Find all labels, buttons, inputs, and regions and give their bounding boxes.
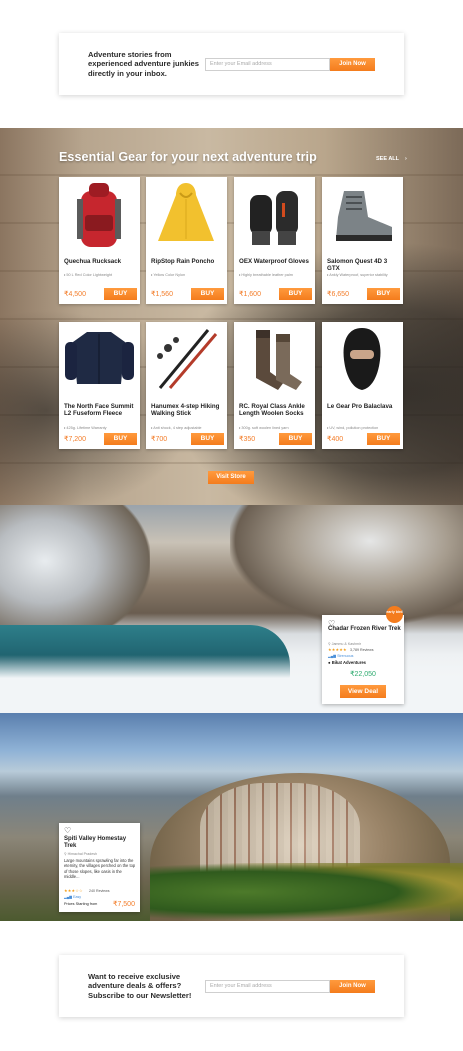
- balaclava-icon: [343, 328, 381, 390]
- operator-text: Bikat Adventures: [331, 660, 366, 665]
- deal-price: ₹22,050: [350, 671, 376, 678]
- signal-icon: ▂▄▆: [328, 654, 338, 658]
- review-count: 240 Reviews: [89, 889, 110, 893]
- location-text: Jammu & Kashmir: [331, 642, 361, 646]
- join-now-button[interactable]: Join Now: [330, 979, 375, 993]
- newsletter-bottom: Want to receive exclusive adventure deal…: [59, 955, 404, 1017]
- socks-icon: [256, 330, 302, 390]
- product-spec: Anti shock, 4 step adjustable: [151, 426, 227, 430]
- product-name: Quechua Rucksack: [64, 258, 122, 265]
- product-card[interactable]: Hanumex 4-step Hiking Walking Stick Anti…: [146, 322, 227, 449]
- product-card[interactable]: Salomon Quest 4D 3 GTX Ankly Waterproof,…: [322, 177, 403, 304]
- product-price: ₹6,650: [327, 291, 349, 298]
- buy-button[interactable]: BUY: [104, 433, 137, 445]
- buy-button[interactable]: BUY: [191, 288, 224, 300]
- product-price: ₹1,560: [151, 291, 173, 298]
- product-name: OEX Waterproof Gloves: [239, 258, 309, 265]
- email-input[interactable]: Enter your Email address: [205, 979, 330, 993]
- product-spec: 425g. Lifetime Warranty: [64, 426, 140, 430]
- banner-image-cliff-right: [230, 505, 463, 625]
- product-name: RC. Royal Class Ankle Length Woolen Sock…: [239, 403, 305, 418]
- product-card[interactable]: RipStop Rain Poncho Yellow Color Nylon ₹…: [146, 177, 227, 304]
- poncho-icon: [158, 183, 214, 241]
- buy-button[interactable]: BUY: [367, 288, 400, 300]
- boot-icon: [336, 191, 392, 241]
- trek-location: ⚲ Himachal Pradesh: [64, 852, 97, 856]
- product-name: RipStop Rain Poncho: [151, 258, 215, 265]
- trek-title: Spiti Valley Homestay Trek: [64, 836, 127, 850]
- early-bird-badge: early bird: [386, 606, 403, 623]
- see-all-label: SEE ALL: [376, 156, 400, 162]
- product-card[interactable]: RC. Royal Class Ankle Length Woolen Sock…: [234, 322, 315, 449]
- product-card[interactable]: Quechua Rucksack 50 L Red Color Lightwei…: [59, 177, 140, 304]
- banner-image-cliff-left: [0, 505, 150, 645]
- product-price: ₹350: [239, 436, 256, 443]
- gloves-icon: [250, 191, 298, 245]
- difficulty-level: ▂▄▆ Easy: [64, 895, 81, 899]
- newsletter-text: Want to receive exclusive adventure deal…: [88, 971, 192, 1000]
- trek-title: Chadar Frozen River Trek: [328, 626, 401, 632]
- rating-stars: ★★★★★: [328, 647, 347, 652]
- buy-button[interactable]: BUY: [367, 433, 400, 445]
- trek-price: ₹7,500: [113, 901, 135, 908]
- product-price: ₹700: [151, 436, 168, 443]
- product-name: The North Face Summit L2 Fuseform Fleece: [64, 403, 134, 418]
- gear-section: Essential Gear for your next adventure t…: [0, 128, 463, 505]
- heart-icon[interactable]: ♡: [64, 826, 71, 835]
- buy-button[interactable]: BUY: [279, 433, 312, 445]
- trek-location: ⚲ Jammu & Kashmir: [328, 642, 361, 646]
- newsletter-text: Adventure stories from experienced adven…: [88, 49, 199, 78]
- product-name: Hanumex 4-step Hiking Walking Stick: [151, 403, 220, 418]
- product-name: Le Gear Pro Balaclava: [327, 403, 393, 410]
- newsletter-top: Adventure stories from experienced adven…: [59, 33, 404, 95]
- rating-stars: ★★★☆☆: [64, 888, 83, 893]
- product-spec: UV, wind, pollution protection: [327, 426, 403, 430]
- signal-icon: ▂▄▆: [64, 895, 74, 899]
- fleece-icon: [65, 332, 134, 384]
- chadar-deal-card[interactable]: ♡ early bird Chadar Frozen River Trek ⚲ …: [322, 606, 404, 704]
- difficulty-text: Easy: [73, 895, 82, 899]
- location-text: Himachal Pradesh: [67, 852, 98, 856]
- buy-button[interactable]: BUY: [104, 288, 137, 300]
- review-count: 3,789 Reviews: [350, 648, 374, 652]
- buy-button[interactable]: BUY: [279, 288, 312, 300]
- product-name: Salomon Quest 4D 3 GTX: [327, 258, 388, 273]
- email-input[interactable]: Enter your Email address: [205, 57, 330, 71]
- backpack-icon: [77, 183, 121, 247]
- banner-image-trees: [150, 863, 463, 921]
- product-price: ₹7,200: [64, 436, 86, 443]
- visit-store-button[interactable]: Visit Store: [208, 471, 254, 484]
- product-card[interactable]: Le Gear Pro Balaclava UV, wind, pollutio…: [322, 322, 403, 449]
- product-spec: Yellow Color Nylon: [151, 273, 227, 277]
- product-price: ₹400: [327, 436, 344, 443]
- difficulty-level: ▂▄▆ Strenuous: [328, 654, 353, 658]
- product-card[interactable]: The North Face Summit L2 Fuseform Fleece…: [59, 322, 140, 449]
- trek-description: Large mountains sprawling far into the e…: [64, 858, 136, 880]
- difficulty-text: Strenuous: [337, 654, 354, 658]
- section-title: Essential Gear for your next adventure t…: [59, 150, 317, 164]
- product-spec: Highly breathable leather palm: [239, 273, 315, 277]
- buy-button[interactable]: BUY: [191, 433, 224, 445]
- operator-name: ● Bikat Adventures: [328, 660, 366, 665]
- chevron-right-icon: ›: [405, 156, 407, 162]
- price-from-label: Prices Starting from: [64, 902, 98, 906]
- spiti-deal-card[interactable]: ♡ Spiti Valley Homestay Trek ⚲ Himachal …: [59, 823, 140, 912]
- product-price: ₹1,600: [239, 291, 261, 298]
- product-card[interactable]: OEX Waterproof Gloves Highly breathable …: [234, 177, 315, 304]
- product-price: ₹4,500: [64, 291, 86, 298]
- view-deal-button[interactable]: View Deal: [340, 685, 386, 698]
- hiking-stick-icon: [157, 329, 218, 389]
- product-spec: Ankly Waterproof, superior stability: [327, 273, 403, 277]
- join-now-button[interactable]: Join Now: [330, 57, 375, 71]
- product-spec: 50 L Red Color Lightweight: [64, 273, 140, 277]
- product-spec: 300g. soft woolen lined yarn: [239, 426, 315, 430]
- see-all-link[interactable]: SEE ALL ›: [376, 156, 407, 162]
